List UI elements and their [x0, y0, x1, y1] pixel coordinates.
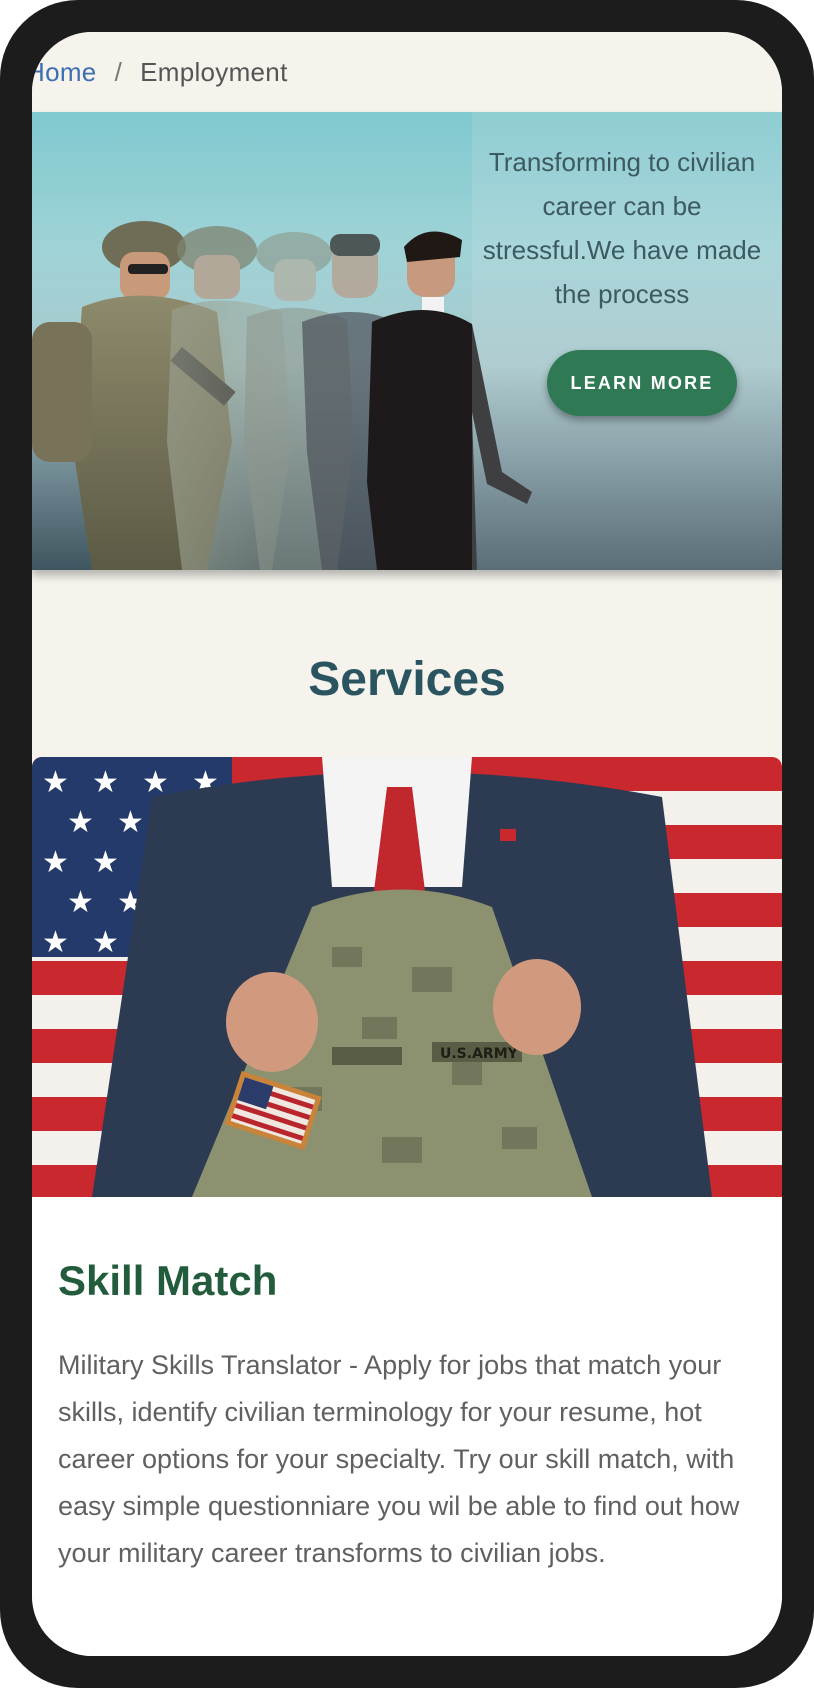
service-card-skill-match[interactable]: ★★★★ ★★★ ★★★★ ★★★ ★★★	[32, 757, 782, 1656]
svg-text:★: ★	[42, 845, 69, 880]
card-description: Military Skills Translator - Apply for j…	[58, 1350, 740, 1568]
breadcrumb-home-link[interactable]: Home	[32, 57, 97, 88]
svg-text:★: ★	[42, 765, 69, 800]
hero-tagline: Transforming to civilian career can be s…	[482, 147, 762, 309]
veteran-flag-image: ★★★★ ★★★ ★★★★ ★★★ ★★★	[32, 757, 782, 1197]
svg-text:★: ★	[117, 805, 144, 840]
learn-more-button[interactable]: LEARN MORE	[547, 350, 737, 416]
card-title: Skill Match	[58, 1257, 278, 1304]
services-heading: Services	[308, 653, 506, 706]
right-hand	[493, 959, 581, 1055]
hero-banner: Transforming to civilian career can be s…	[32, 112, 782, 570]
svg-text:★: ★	[92, 925, 119, 960]
svg-text:★: ★	[67, 805, 94, 840]
screen: Home / Employment Transforming to civili…	[32, 32, 782, 1656]
svg-text:★: ★	[92, 765, 119, 800]
phone-frame: Home / Employment Transforming to civili…	[0, 0, 814, 1688]
svg-text:★: ★	[92, 845, 119, 880]
svg-text:★: ★	[67, 885, 94, 920]
svg-text:★: ★	[42, 925, 69, 960]
breadcrumb: Home / Employment	[32, 32, 782, 112]
left-hand	[226, 972, 318, 1072]
breadcrumb-current: Employment	[140, 56, 288, 87]
svg-text:U.S.ARMY: U.S.ARMY	[440, 1046, 519, 1062]
breadcrumb-separator: /	[114, 56, 123, 87]
